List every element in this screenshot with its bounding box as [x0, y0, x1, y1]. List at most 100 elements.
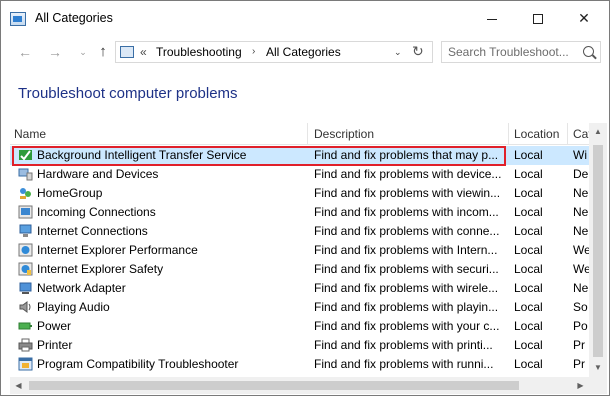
chevron-down-icon: ⌄: [79, 47, 87, 57]
close-icon: ✕: [578, 10, 590, 26]
row-location: Local: [514, 167, 543, 181]
search-icon: [583, 46, 594, 57]
column-header-location[interactable]: Location: [514, 127, 559, 141]
close-button[interactable]: ✕: [561, 1, 607, 35]
row-name: Program Compatibility Troubleshooter: [37, 357, 239, 371]
row-description: Find and fix problems with Intern...: [314, 243, 498, 257]
maximize-button[interactable]: [515, 1, 561, 35]
internet-connections-icon: [18, 224, 33, 238]
table-row[interactable]: HomeGroup Find and fix problems with view…: [10, 184, 598, 203]
row-location: Local: [514, 205, 543, 219]
troubleshooter-list: Name Description Location Cat Background…: [10, 123, 598, 377]
window-title: All Categories: [35, 11, 113, 25]
breadcrumb-overflow[interactable]: «: [140, 45, 147, 59]
row-location: Local: [514, 338, 543, 352]
address-bar[interactable]: « Troubleshooting › All Categories ⌄ ↻: [115, 41, 433, 63]
table-row[interactable]: Internet Connections Find and fix problem…: [10, 222, 598, 241]
homegroup-icon: [18, 186, 33, 200]
up-button[interactable]: ↑: [93, 41, 113, 63]
row-name: Internet Explorer Safety: [37, 262, 164, 276]
row-description: Find and fix problems with conne...: [314, 224, 500, 238]
playing-audio-icon: [18, 300, 33, 314]
row-location: Local: [514, 357, 543, 371]
table-row[interactable]: Power Find and fix problems with your c..…: [10, 317, 598, 336]
horizontal-scrollbar[interactable]: ◀ ▶: [10, 377, 589, 394]
hardware-icon: [18, 167, 33, 181]
breadcrumb-separator-icon[interactable]: ›: [252, 46, 255, 57]
back-arrow-icon: ←: [18, 44, 32, 60]
table-row[interactable]: Playing Audio Find and fix problems with …: [10, 298, 598, 317]
vertical-scroll-thumb[interactable]: [593, 145, 603, 357]
breadcrumb-troubleshooting[interactable]: Troubleshooting: [156, 45, 242, 59]
row-location: Local: [514, 148, 543, 162]
scroll-right-icon[interactable]: ▶: [572, 377, 589, 394]
ie-performance-icon: [18, 243, 33, 257]
row-location: Local: [514, 224, 543, 238]
printer-icon: [18, 338, 33, 352]
back-button[interactable]: ←: [15, 41, 35, 63]
row-name: HomeGroup: [37, 186, 103, 200]
row-description: Find and fix problems with securi...: [314, 262, 499, 276]
row-name: Hardware and Devices: [37, 167, 159, 181]
row-location: Local: [514, 300, 543, 314]
table-row[interactable]: Hardware and Devices Find and fix problem…: [10, 165, 598, 184]
table-header: Name Description Location Cat: [10, 123, 598, 145]
page-title: Troubleshoot computer problems: [18, 85, 238, 102]
address-dropdown-icon[interactable]: ⌄: [394, 47, 402, 58]
forward-button[interactable]: →: [45, 41, 65, 63]
vertical-scrollbar[interactable]: ▲ ▼: [589, 123, 607, 377]
bits-icon: [18, 148, 33, 162]
row-name: Network Adapter: [37, 281, 126, 295]
row-location: Local: [514, 319, 543, 333]
horizontal-scroll-thumb[interactable]: [29, 381, 519, 390]
table-row[interactable]: Program Compatibility Troubleshooter Find…: [10, 355, 598, 374]
control-panel-icon: [10, 12, 26, 26]
table-row[interactable]: Printer Find and fix problems with printi…: [10, 336, 598, 355]
row-description: Find and fix problems with printi...: [314, 338, 493, 352]
forward-arrow-icon: →: [48, 44, 62, 60]
row-name: Power: [37, 319, 72, 333]
row-location: Local: [514, 186, 543, 200]
minimize-button[interactable]: [469, 1, 515, 35]
refresh-icon[interactable]: ↻: [412, 43, 424, 60]
incoming-connections-icon: [18, 205, 33, 219]
search-input[interactable]: Search Troubleshoot...: [448, 45, 569, 59]
troubleshooting-window: All Categories ✕ ← → ⌄ ↑ « Troubleshooti…: [0, 0, 610, 396]
row-name: Printer: [37, 338, 73, 352]
table-row[interactable]: Incoming Connections Find and fix problem…: [10, 203, 598, 222]
scroll-left-icon[interactable]: ◀: [10, 377, 27, 394]
ie-safety-icon: [18, 262, 33, 276]
row-description: Find and fix problems with runni...: [314, 357, 494, 371]
row-name: Playing Audio: [37, 300, 110, 314]
row-description: Find and fix problems with viewin...: [314, 186, 501, 200]
table-row[interactable]: Internet Explorer Safety Find and fix pro…: [10, 260, 598, 279]
up-arrow-icon: ↑: [99, 43, 107, 60]
column-divider[interactable]: [307, 123, 308, 145]
column-divider[interactable]: [508, 123, 509, 145]
table-row[interactable]: Background Intelligent Transfer Service F…: [10, 146, 598, 165]
row-description: Find and fix problems with your c...: [314, 319, 500, 333]
table-row[interactable]: Internet Explorer Performance Find and fi…: [10, 241, 598, 260]
row-name: Incoming Connections: [37, 205, 156, 219]
table-row[interactable]: Network Adapter Find and fix problems wit…: [10, 279, 598, 298]
minimize-icon: [487, 18, 497, 20]
scrollbar-corner: [589, 377, 607, 394]
search-box[interactable]: Search Troubleshoot...: [441, 41, 601, 63]
row-name: Background Intelligent Transfer Service: [37, 148, 247, 162]
control-panel-icon: [120, 46, 134, 58]
row-description: Find and fix problems with device...: [314, 167, 502, 181]
column-header-name[interactable]: Name: [14, 127, 46, 141]
title-bar[interactable]: All Categories ✕: [1, 1, 609, 35]
column-header-description[interactable]: Description: [314, 127, 374, 141]
column-divider[interactable]: [567, 123, 568, 145]
row-location: Local: [514, 262, 543, 276]
scroll-down-icon[interactable]: ▼: [589, 359, 607, 377]
recent-locations-button[interactable]: ⌄: [73, 41, 93, 63]
table-body: Background Intelligent Transfer Service F…: [10, 146, 598, 374]
row-description: Find and fix problems that may p...: [314, 148, 499, 162]
scroll-up-icon[interactable]: ▲: [589, 123, 607, 141]
row-location: Local: [514, 281, 543, 295]
row-name: Internet Explorer Performance: [37, 243, 198, 257]
breadcrumb-all-categories[interactable]: All Categories: [266, 45, 341, 59]
network-adapter-icon: [18, 281, 33, 295]
